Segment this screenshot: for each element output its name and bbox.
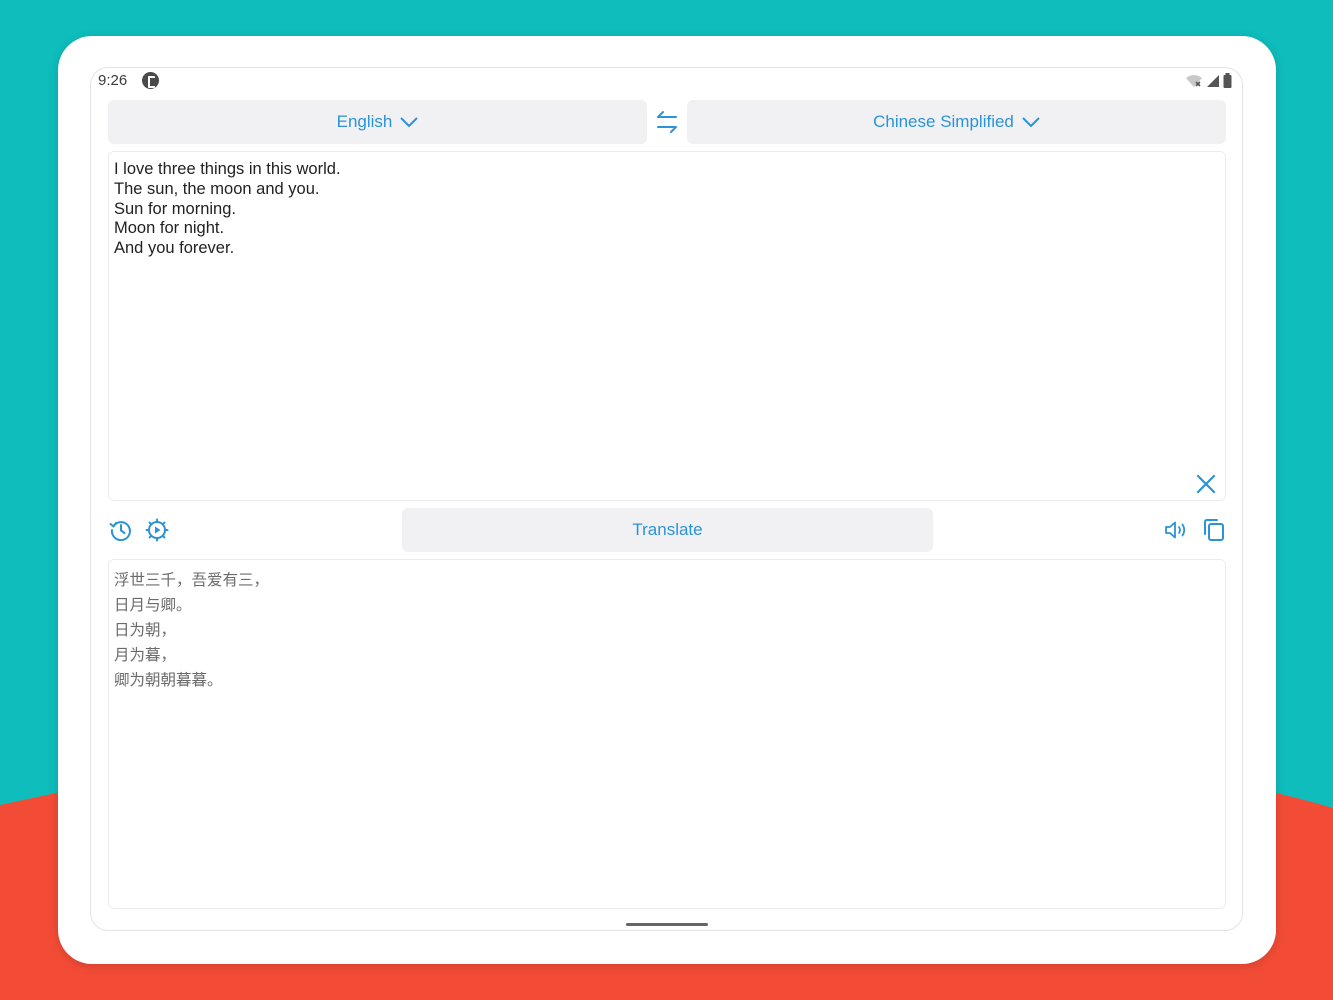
swap-arrows-icon [657,111,677,133]
chevron-down-icon [400,116,419,127]
home-indicator[interactable] [626,923,708,926]
history-icon [109,521,131,542]
history-button[interactable] [109,518,133,542]
copy-icon [1204,519,1224,541]
chevron-down-icon [1022,116,1040,127]
translate-button[interactable]: Translate [402,508,933,552]
translate-button-label: Translate [632,520,703,539]
source-language-selector[interactable]: English [108,100,647,144]
copy-button[interactable] [1201,518,1225,542]
wifi-off-icon [1186,75,1202,87]
signal-icon [1207,75,1219,87]
translation-text: 浮世三千，吾爱有三， 日月与卿。 日为朝， 月为暮， 卿为朝朝暮暮。 [114,571,270,689]
speaker-icon [1165,521,1186,539]
status-icons [1185,72,1232,88]
status-time: 9:26 [98,72,128,89]
swap-languages-button[interactable] [653,108,681,136]
source-language-label: English [336,112,393,131]
battery-icon [1223,73,1232,88]
settings-button[interactable] [145,518,169,542]
app-screen: 9:26 English Chinese Simplified I love t… [90,67,1243,931]
target-language-selector[interactable]: Chinese Simplified [687,100,1226,144]
app-notification-icon [142,72,159,89]
close-icon [1196,474,1216,494]
speak-button[interactable] [1164,518,1190,542]
status-bar: 9:26 [91,68,1242,94]
translation-output-area: 浮世三千，吾爱有三， 日月与卿。 日为朝， 月为暮， 卿为朝朝暮暮。 [108,559,1226,909]
clear-button[interactable] [1195,473,1217,495]
source-text-area[interactable]: I love three things in this world. The s… [108,151,1226,501]
source-text[interactable]: I love three things in this world. The s… [114,160,1164,480]
target-language-label: Chinese Simplified [873,112,1014,131]
settings-icon [145,518,169,542]
